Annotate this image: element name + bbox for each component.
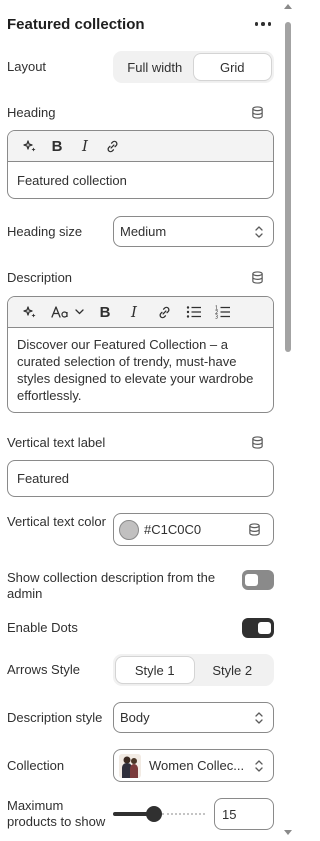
italic-icon[interactable]: I: [71, 131, 99, 162]
description-text[interactable]: Discover our Featured Collection – a cur…: [8, 328, 273, 411]
description-style-value: Body: [120, 710, 150, 725]
toggle-knob: [258, 622, 271, 634]
ai-sparkle-icon[interactable]: [17, 297, 43, 328]
layout-segmented-control: Full width Grid: [113, 51, 274, 83]
bold-icon[interactable]: B: [43, 131, 71, 162]
bullet-list-icon[interactable]: [179, 297, 209, 328]
vertical-text-label-input[interactable]: Featured: [7, 460, 274, 497]
heading-size-value: Medium: [120, 224, 167, 239]
section-settings-panel: Featured collection Layout Full width Gr…: [0, 0, 282, 841]
panel-header: Featured collection: [7, 13, 275, 35]
collection-thumbnail-image: [119, 753, 141, 778]
vertical-text-label-label: Vertical text label: [7, 435, 106, 450]
slider-thumb[interactable]: [146, 806, 162, 822]
heading-size-label: Heading size: [7, 224, 83, 239]
description-style-label: Description style: [7, 710, 103, 725]
heading-size-select[interactable]: Medium: [113, 216, 274, 247]
chevron-down-icon: [74, 309, 84, 315]
heading-toolbar: B I: [8, 131, 273, 162]
slider-track-rest: [162, 813, 205, 815]
show-collection-description-label: Show collection description from the adm…: [7, 570, 216, 601]
vertical-text-color-field[interactable]: #C1C0C0: [113, 513, 274, 546]
layout-label: Layout: [7, 59, 47, 74]
max-products-label: Maximum products to show: [7, 798, 106, 829]
heading-label: Heading: [7, 105, 56, 120]
dynamic-source-icon[interactable]: [251, 436, 264, 449]
collection-select[interactable]: Women Collec...: [113, 749, 274, 782]
vertical-scrollbar[interactable]: [282, 0, 294, 841]
panel-title: Featured collection: [7, 15, 145, 33]
color-swatch[interactable]: [119, 519, 139, 540]
heading-rich-text-editor: B I Featured collection: [7, 130, 274, 199]
numbered-list-icon[interactable]: 123: [209, 297, 237, 328]
arrows-style-segmented-control: Style 1 Style 2: [113, 654, 274, 686]
toggle-knob: [245, 574, 258, 586]
dynamic-source-icon[interactable]: [251, 106, 264, 119]
collection-value: Women Collec...: [149, 758, 245, 773]
layout-option-full-width[interactable]: Full width: [116, 54, 194, 80]
collection-label: Collection: [7, 758, 65, 773]
arrows-style-option-1[interactable]: Style 1: [116, 657, 194, 683]
svg-text:3: 3: [215, 315, 218, 320]
select-chevron-icon: [255, 226, 263, 238]
arrows-style-option-2[interactable]: Style 2: [194, 657, 272, 683]
layout-option-grid[interactable]: Grid: [193, 54, 271, 80]
max-products-input[interactable]: 15: [214, 798, 274, 830]
select-chevron-icon: [255, 712, 263, 724]
description-toolbar: B I 123: [8, 297, 273, 328]
description-rich-text-editor: B I 123 Discover our Featured Collection…: [7, 296, 274, 413]
select-chevron-icon: [255, 760, 263, 772]
heading-text[interactable]: Featured collection: [8, 162, 273, 196]
description-style-select[interactable]: Body: [113, 702, 274, 733]
scrollbar-thumb[interactable]: [285, 22, 291, 352]
text-style-dropdown[interactable]: [43, 297, 91, 328]
scroll-down-arrow-icon[interactable]: [284, 830, 292, 835]
enable-dots-label: Enable Dots: [7, 620, 78, 635]
link-icon[interactable]: [149, 297, 179, 328]
show-collection-description-toggle[interactable]: [242, 570, 274, 590]
arrows-style-label: Arrows Style: [7, 662, 80, 677]
ai-sparkle-icon[interactable]: [17, 131, 43, 162]
color-hex-value: #C1C0C0: [144, 522, 202, 537]
dynamic-source-icon[interactable]: [251, 271, 264, 284]
bold-icon[interactable]: B: [91, 297, 119, 328]
link-icon[interactable]: [99, 131, 125, 162]
scroll-up-arrow-icon[interactable]: [284, 4, 292, 9]
enable-dots-toggle[interactable]: [242, 618, 274, 638]
dynamic-source-icon[interactable]: [248, 523, 261, 536]
italic-icon[interactable]: I: [119, 297, 149, 328]
vertical-text-color-label: Vertical text color: [7, 514, 106, 529]
more-options-icon[interactable]: [251, 18, 276, 30]
description-label: Description: [7, 270, 73, 285]
text-style-icon: [50, 306, 68, 318]
